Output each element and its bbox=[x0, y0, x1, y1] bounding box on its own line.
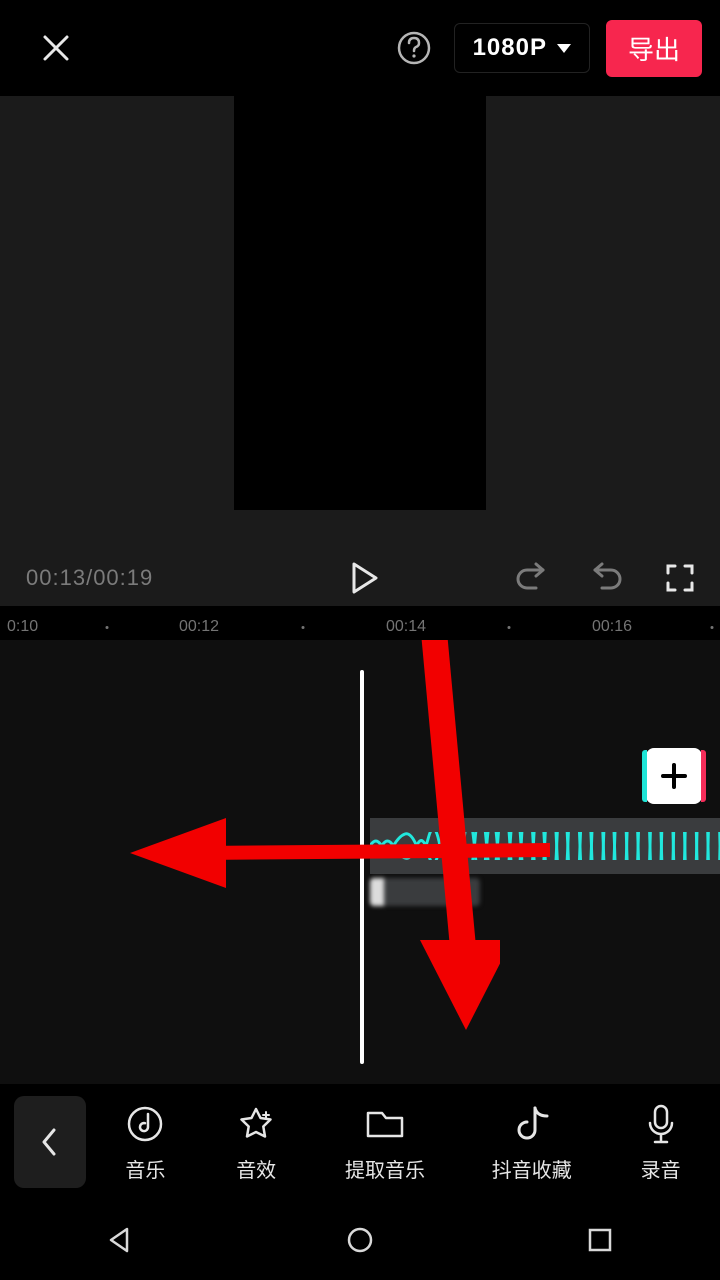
audio-track[interactable] bbox=[370, 818, 720, 874]
ruler-dot bbox=[711, 626, 714, 629]
undo-button[interactable] bbox=[512, 558, 552, 598]
nav-home-button[interactable] bbox=[340, 1220, 380, 1260]
redo-icon bbox=[588, 561, 624, 595]
export-button[interactable]: 导出 bbox=[606, 20, 702, 77]
ruler-tick: 00:16 bbox=[592, 618, 632, 636]
tool-extract[interactable]: 提取音乐 bbox=[345, 1102, 425, 1183]
top-bar: 1080P 导出 bbox=[0, 18, 720, 78]
tool-label: 录音 bbox=[641, 1154, 681, 1183]
ruler-tick: 00:14 bbox=[386, 618, 426, 636]
resolution-label: 1080P bbox=[473, 34, 547, 62]
folder-icon bbox=[364, 1106, 406, 1142]
tool-douyin[interactable]: 抖音收藏 bbox=[492, 1102, 572, 1183]
system-nav-bar bbox=[0, 1200, 720, 1280]
clip-label[interactable] bbox=[370, 878, 480, 906]
ruler-dot bbox=[106, 626, 109, 629]
back-button[interactable] bbox=[14, 1096, 86, 1188]
tool-label: 音乐 bbox=[125, 1154, 165, 1183]
tool-label: 提取音乐 bbox=[345, 1154, 425, 1183]
douyin-icon bbox=[513, 1104, 551, 1144]
tool-label: 音效 bbox=[236, 1154, 276, 1183]
preview-area bbox=[0, 96, 720, 550]
nav-back-button[interactable] bbox=[100, 1220, 140, 1260]
microphone-icon bbox=[645, 1103, 677, 1145]
tool-sfx[interactable]: 音效 bbox=[234, 1102, 278, 1183]
music-icon bbox=[125, 1104, 165, 1144]
triangle-left-icon bbox=[105, 1225, 135, 1255]
help-icon bbox=[396, 30, 432, 66]
help-button[interactable] bbox=[392, 26, 436, 70]
play-button[interactable] bbox=[344, 558, 384, 598]
resolution-dropdown[interactable]: 1080P bbox=[454, 23, 590, 73]
fullscreen-button[interactable] bbox=[660, 558, 700, 598]
tool-music[interactable]: 音乐 bbox=[123, 1102, 167, 1183]
total-time: 00:19 bbox=[93, 565, 153, 590]
plus-icon bbox=[659, 761, 689, 791]
redo-button[interactable] bbox=[586, 558, 626, 598]
tool-label: 抖音收藏 bbox=[492, 1154, 572, 1183]
ruler-tick: 00:12 bbox=[179, 618, 219, 636]
circle-icon bbox=[345, 1225, 375, 1255]
square-icon bbox=[587, 1227, 613, 1253]
nav-recents-button[interactable] bbox=[580, 1220, 620, 1260]
playhead[interactable] bbox=[360, 670, 364, 1064]
close-icon bbox=[41, 33, 71, 63]
time-readout: 00:13/00:19 bbox=[26, 565, 153, 591]
ruler-tick: 0:10 bbox=[7, 618, 38, 636]
current-time: 00:13 bbox=[26, 565, 86, 590]
ruler-dot bbox=[302, 626, 305, 629]
fullscreen-icon bbox=[665, 563, 695, 593]
chevron-down-icon bbox=[557, 44, 571, 53]
bottom-toolbar: 音乐 音效 提取音乐 抖音收藏 录音 bbox=[0, 1084, 720, 1200]
playback-controls: 00:13/00:19 bbox=[0, 550, 720, 606]
ruler-dot bbox=[508, 626, 511, 629]
timeline[interactable] bbox=[0, 640, 720, 1084]
close-button[interactable] bbox=[34, 26, 78, 70]
video-canvas[interactable] bbox=[234, 96, 486, 510]
waveform-icon bbox=[370, 832, 720, 860]
tool-record[interactable]: 录音 bbox=[639, 1102, 683, 1183]
chevron-left-icon bbox=[40, 1127, 60, 1157]
star-icon bbox=[236, 1104, 276, 1144]
add-clip-button[interactable] bbox=[646, 748, 702, 804]
play-icon bbox=[350, 562, 378, 594]
undo-icon bbox=[514, 561, 550, 595]
timeline-ruler[interactable]: 0:10 00:12 00:14 00:16 bbox=[0, 614, 720, 640]
